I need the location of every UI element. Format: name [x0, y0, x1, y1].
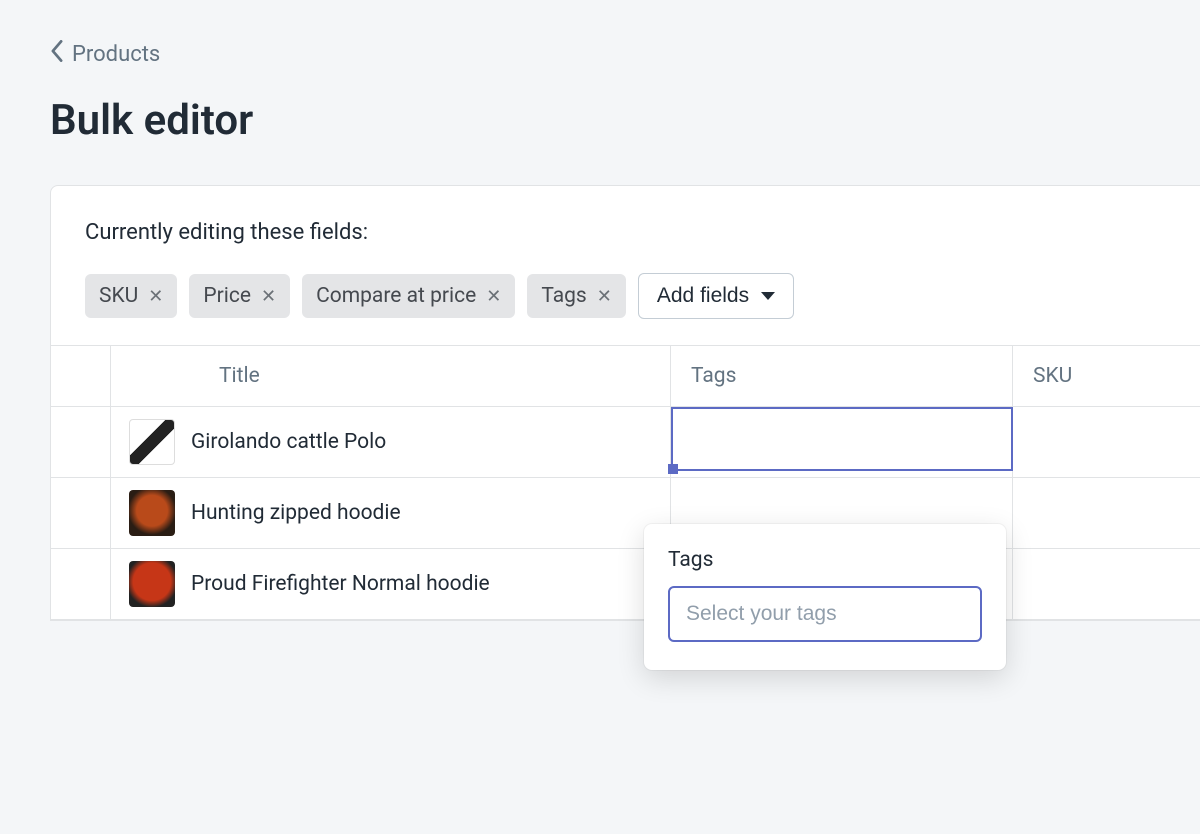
breadcrumb-label: Products: [72, 42, 160, 67]
close-icon[interactable]: ✕: [597, 286, 612, 307]
product-title: Hunting zipped hoodie: [191, 501, 401, 525]
table-row: Proud Firefighter Normal hoodie: [51, 549, 1200, 620]
chip-label: Price: [203, 284, 251, 308]
products-table: Title Tags SKU Girolando cattle Polo: [51, 345, 1200, 620]
cell-title[interactable]: Proud Firefighter Normal hoodie: [111, 549, 671, 619]
selection-handle-icon[interactable]: [668, 464, 678, 474]
editor-card: Currently editing these fields: SKU ✕ Pr…: [50, 185, 1200, 621]
chevron-left-icon: [50, 40, 64, 68]
chip-price[interactable]: Price ✕: [189, 274, 290, 318]
cell-tags-active[interactable]: [671, 407, 1013, 471]
row-handle[interactable]: [51, 478, 111, 548]
add-fields-label: Add fields: [657, 284, 749, 308]
chip-compare-at-price[interactable]: Compare at price ✕: [302, 274, 515, 318]
row-handle[interactable]: [51, 549, 111, 619]
product-title: Girolando cattle Polo: [191, 430, 386, 454]
breadcrumb[interactable]: Products: [50, 40, 1200, 68]
chip-label: SKU: [99, 284, 138, 308]
table-row: Hunting zipped hoodie: [51, 478, 1200, 549]
tags-popover: Tags: [644, 524, 1006, 670]
col-title[interactable]: Title: [111, 346, 671, 406]
page-title: Bulk editor: [50, 96, 1200, 145]
chip-tags[interactable]: Tags ✕: [527, 274, 626, 318]
card-header: Currently editing these fields: SKU ✕ Pr…: [51, 186, 1200, 345]
chip-sku[interactable]: SKU ✕: [85, 274, 177, 318]
popover-title: Tags: [668, 548, 982, 572]
table-row: Girolando cattle Polo: [51, 407, 1200, 478]
cell-title[interactable]: Hunting zipped hoodie: [111, 478, 671, 548]
close-icon[interactable]: ✕: [261, 286, 276, 307]
chip-label: Compare at price: [316, 284, 476, 308]
add-fields-button[interactable]: Add fields: [638, 273, 794, 319]
close-icon[interactable]: ✕: [148, 286, 163, 307]
close-icon[interactable]: ✕: [486, 286, 501, 307]
cell-sku[interactable]: [1013, 549, 1200, 619]
col-sku[interactable]: SKU: [1013, 346, 1200, 406]
field-chips: SKU ✕ Price ✕ Compare at price ✕ Tags ✕ …: [85, 273, 1185, 319]
product-thumbnail: [129, 419, 175, 465]
tags-input[interactable]: [668, 586, 982, 642]
cell-title[interactable]: Girolando cattle Polo: [111, 407, 671, 477]
row-handle[interactable]: [51, 407, 111, 477]
table-header: Title Tags SKU: [51, 346, 1200, 407]
editing-fields-label: Currently editing these fields:: [85, 220, 1185, 245]
chip-label: Tags: [541, 284, 586, 308]
cell-sku[interactable]: [1013, 478, 1200, 548]
col-handle: [51, 346, 111, 406]
product-title: Proud Firefighter Normal hoodie: [191, 572, 490, 596]
caret-down-icon: [761, 292, 775, 300]
col-tags[interactable]: Tags: [671, 346, 1013, 406]
product-thumbnail: [129, 561, 175, 607]
cell-sku[interactable]: [1013, 407, 1200, 477]
product-thumbnail: [129, 490, 175, 536]
